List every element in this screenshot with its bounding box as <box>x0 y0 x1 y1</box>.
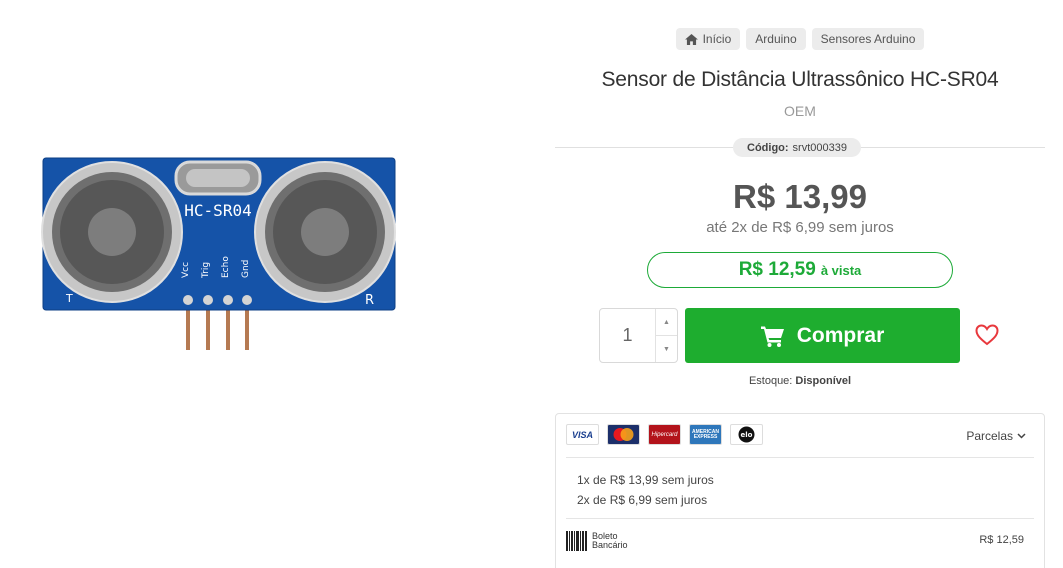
breadcrumb-item-arduino[interactable]: Arduino <box>746 28 806 50</box>
installment-option: 2x de R$ 6,99 sem juros <box>577 493 708 507</box>
cash-price: R$ 12,59 <box>738 259 816 280</box>
cart-icon <box>760 326 784 347</box>
quantity-arrows: ▲ ▼ <box>655 309 677 362</box>
amex-card-icon: AMERICAN EXPRESS <box>689 424 722 445</box>
installment-list: 1x de R$ 13,99 sem juros 2x de R$ 6,99 s… <box>577 470 714 510</box>
buy-button-label: Comprar <box>796 323 885 347</box>
boleto-price: R$ 12,59 <box>979 534 1024 546</box>
pin-label-vcc: Vcc <box>181 262 191 278</box>
quantity-stepper[interactable]: 1 ▲ ▼ <box>599 308 678 363</box>
cash-price-box: R$ 12,59 à vista <box>647 252 953 288</box>
barcode-icon <box>566 531 587 551</box>
hipercard-card-icon: Hipercard <box>648 424 681 445</box>
parcelas-label: Parcelas <box>966 429 1013 443</box>
stock-status: Estoque: Disponível <box>555 375 1045 387</box>
breadcrumb-label: Arduino <box>755 32 797 46</box>
breadcrumb-label: Sensores Arduino <box>820 32 916 46</box>
boleto-option: Boleto Bancário <box>566 531 628 551</box>
quantity-input[interactable]: 1 <box>600 309 655 362</box>
wishlist-heart-icon[interactable] <box>975 324 999 346</box>
product-info: Início Arduino Sensores Arduino Sensor d… <box>555 0 1045 568</box>
buy-button[interactable]: Comprar <box>685 308 960 363</box>
payment-options-box: VISA Hipercard AMERICAN EXPRESS elo Parc… <box>555 413 1045 568</box>
product-code-label: Código: <box>747 141 789 154</box>
breadcrumb: Início Arduino Sensores Arduino <box>555 28 1045 50</box>
board-corner-r: R <box>365 293 374 308</box>
boleto-label: Boleto Bancário <box>592 531 628 550</box>
pin-label-trig: Trig <box>201 262 211 279</box>
installment-option: 1x de R$ 13,99 sem juros <box>577 473 714 487</box>
product-code-badge: Código: srvt000339 <box>733 138 861 157</box>
stock-value: Disponível <box>795 375 852 387</box>
parcelas-dropdown[interactable]: Parcelas <box>966 429 1026 443</box>
breadcrumb-item-inicio[interactable]: Início <box>675 28 741 50</box>
product-image[interactable]: HC-SR04 Vcc Trig Echo Gnd T R <box>40 150 400 355</box>
breadcrumb-label: Início <box>702 32 732 46</box>
elo-card-icon: elo <box>730 424 763 445</box>
visa-card-icon: VISA <box>566 424 599 445</box>
board-corner-t: T <box>65 292 73 305</box>
board-model-label: HC-SR04 <box>184 201 251 220</box>
pin-label-gnd: Gnd <box>241 260 251 278</box>
home-icon <box>684 33 698 45</box>
chevron-down-icon <box>1017 433 1026 439</box>
payment-divider <box>566 518 1034 519</box>
product-price: R$ 13,99 <box>733 178 867 215</box>
product-brand[interactable]: OEM <box>555 103 1045 119</box>
payment-cards-row: VISA Hipercard AMERICAN EXPRESS elo <box>566 424 763 445</box>
product-title: Sensor de Distância Ultrassônico HC-SR04 <box>601 68 999 91</box>
product-image-area: HC-SR04 Vcc Trig Echo Gnd T R <box>0 0 555 568</box>
mastercard-card-icon <box>607 424 640 445</box>
svg-text:elo: elo <box>741 431 753 439</box>
cash-price-label: à vista <box>820 262 862 278</box>
product-code-value: srvt000339 <box>792 141 847 154</box>
stock-label: Estoque: <box>748 375 793 387</box>
quantity-increase-button[interactable]: ▲ <box>656 309 677 335</box>
pin-label-echo: Echo <box>221 256 231 278</box>
payment-divider <box>566 457 1034 458</box>
breadcrumb-item-sensores-arduino[interactable]: Sensores Arduino <box>811 28 925 50</box>
quantity-decrease-button[interactable]: ▼ <box>656 335 677 362</box>
installment-summary: até 2x de R$ 6,99 sem juros <box>706 219 894 236</box>
